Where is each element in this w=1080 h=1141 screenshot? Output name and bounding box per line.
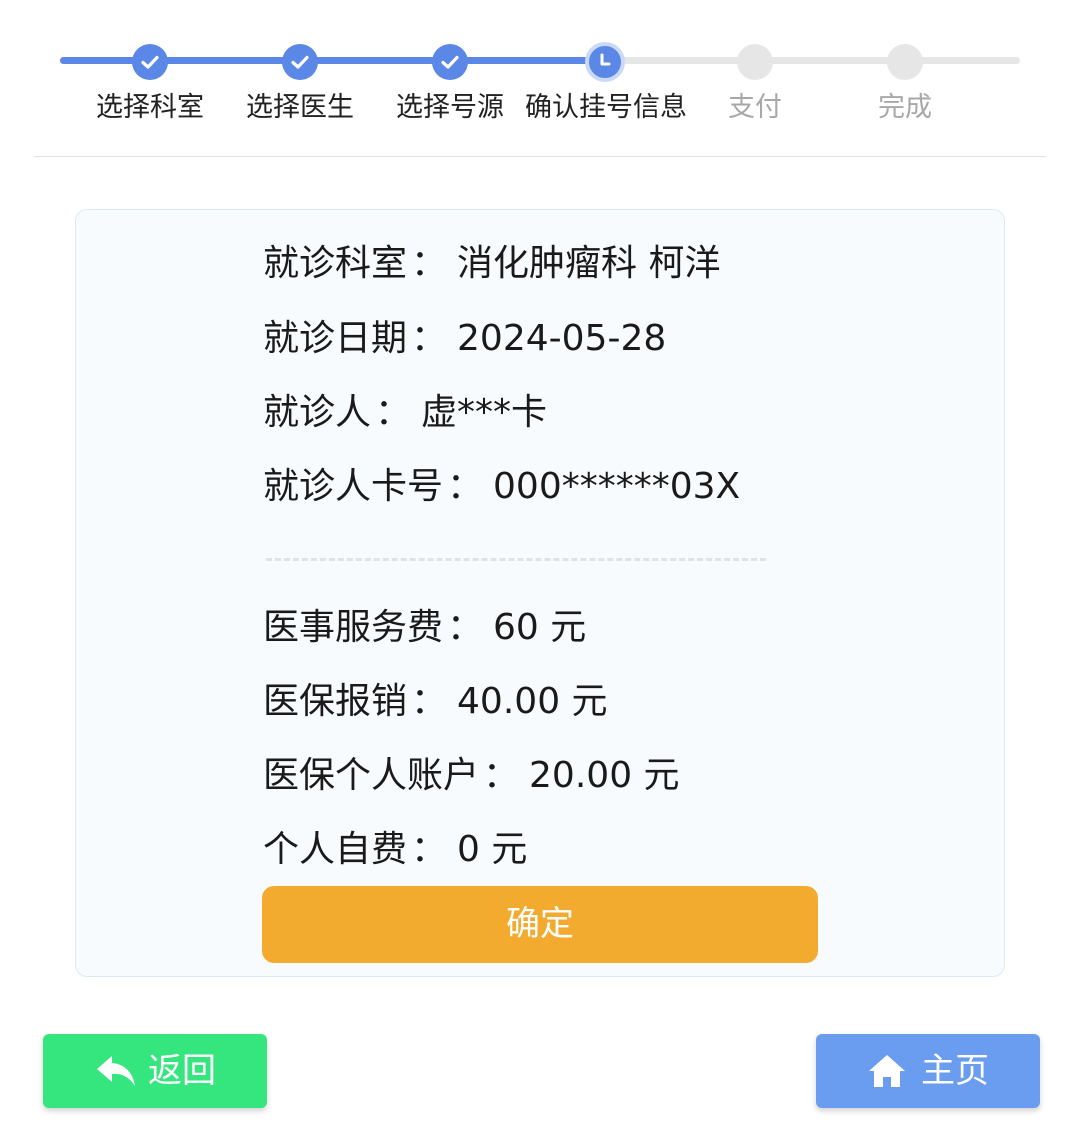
pending-dot-icon	[737, 44, 773, 80]
patient-row: 就诊人：虚***卡	[263, 392, 548, 433]
service-fee-label: 医事服务费	[263, 607, 444, 648]
date-value: 2024-05-28	[457, 318, 667, 359]
date-label: 就诊日期	[263, 318, 408, 359]
back-button[interactable]: 返回	[43, 1034, 267, 1108]
department-row: 就诊科室：消化肿瘤科 柯洋	[263, 243, 721, 284]
card-number-label: 就诊人卡号	[263, 466, 444, 507]
insurance-row: 医保报销： 40.00 元	[263, 681, 608, 722]
check-icon	[132, 44, 168, 80]
step-label: 支付	[728, 92, 782, 123]
dashed-divider	[266, 558, 766, 561]
step-label: 选择医生	[246, 92, 354, 123]
check-icon	[282, 44, 318, 80]
step-select-slot: 选择号源	[370, 0, 530, 140]
step-select-department: 选择科室	[70, 0, 230, 140]
patient-label: 就诊人	[263, 392, 372, 433]
step-select-doctor: 选择医生	[220, 0, 380, 140]
step-payment: 支付	[675, 0, 835, 140]
home-button-label: 主页	[921, 1051, 989, 1091]
reply-arrow-icon	[94, 1053, 138, 1089]
confirm-button[interactable]: 确定	[262, 886, 818, 963]
department-label: 就诊科室	[263, 243, 408, 284]
step-label: 选择科室	[96, 92, 204, 123]
personal-account-label: 医保个人账户	[263, 755, 480, 796]
self-pay-value: 0 元	[457, 829, 528, 870]
check-icon	[432, 44, 468, 80]
insurance-label: 医保报销	[263, 681, 408, 722]
back-button-label: 返回	[148, 1051, 216, 1091]
registration-confirm-page: 选择科室 选择医生 选择号源 确认挂号信息 支付 完成 就诊科室 ： 消化肿瘤科…	[0, 0, 1080, 1141]
self-pay-row: 个人自费： 0 元	[263, 829, 528, 870]
progress-stepper: 选择科室 选择医生 选择号源 确认挂号信息 支付 完成	[0, 0, 1080, 157]
date-row: 就诊日期： 2024-05-28	[263, 318, 667, 359]
service-fee-value: 60 元	[493, 607, 587, 648]
step-label: 选择号源	[396, 92, 504, 123]
insurance-value: 40.00 元	[457, 681, 608, 722]
department-value: 消化肿瘤科 柯洋	[457, 243, 721, 284]
self-pay-label: 个人自费	[263, 829, 408, 870]
service-fee-row: 医事服务费： 60 元	[263, 607, 587, 648]
pending-dot-icon	[887, 44, 923, 80]
card-number-value: 000******03X	[493, 466, 741, 507]
step-label: 确认挂号信息	[525, 92, 687, 123]
header-divider	[34, 156, 1046, 157]
home-icon	[867, 1053, 911, 1089]
step-label: 完成	[878, 92, 932, 123]
home-button[interactable]: 主页	[816, 1034, 1040, 1108]
personal-account-row: 医保个人账户： 20.00 元	[263, 755, 680, 796]
clock-icon	[585, 42, 625, 82]
step-confirm-info: 确认挂号信息	[525, 0, 687, 140]
personal-account-value: 20.00 元	[529, 755, 680, 796]
step-complete: 完成	[825, 0, 985, 140]
registration-info-card: 就诊科室：消化肿瘤科 柯洋 就诊日期： 2024-05-28 就诊人：虚***卡 …	[75, 209, 1005, 977]
card-number-row: 就诊人卡号： 000******03X	[263, 466, 741, 507]
patient-value: 虚***卡	[421, 392, 548, 433]
